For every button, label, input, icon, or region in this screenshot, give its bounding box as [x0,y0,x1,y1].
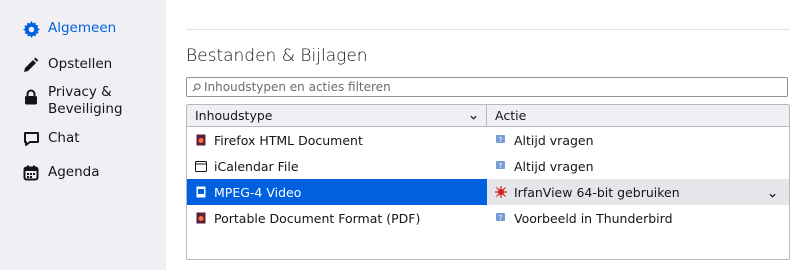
sidebar-item-label: Agenda [48,164,100,180]
action-label: Altijd vragen [514,132,594,148]
content-type-label: MPEG-4 Video [214,184,302,200]
sidebar-item-label: Algemeen [48,20,117,36]
search-placeholder: Inhoudstypen en acties filteren [204,80,391,94]
chevron-down-icon [469,110,478,125]
sidebar-item-label: Opstellen [48,56,113,72]
sidebar-item-label: Privacy & Beveiliging [48,84,123,117]
search-input[interactable]: Inhoudstypen en acties filteren [186,77,788,97]
chat-icon [22,130,40,148]
ask-icon: ? [495,160,507,172]
table-row[interactable]: iCalendar File ? Altijd vragen [187,153,789,179]
video-file-icon [195,186,207,198]
content-type-table: Inhoudstype Actie Firefox HTML Document … [186,104,790,260]
gear-icon [22,20,40,38]
ask-icon: ? [495,134,507,146]
ask-icon: ? [495,212,507,224]
svg-text:?: ? [499,214,503,222]
action-label: Voorbeeld in Thunderbird [514,210,673,226]
action-label: Altijd vragen [514,158,594,174]
search-icon [192,82,201,92]
column-header-action-label: Actie [495,108,527,123]
sidebar-item-opstellen[interactable]: Opstellen [22,56,112,74]
pdf-icon [195,212,207,224]
firefox-doc-icon [195,134,207,146]
sidebar-item-agenda[interactable]: Agenda [22,164,100,182]
table-row[interactable]: Portable Document Format (PDF) ? Voorbee… [187,205,789,231]
sidebar-item-privacy[interactable]: Privacy & Beveiliging [22,84,128,118]
table-row[interactable]: Firefox HTML Document ? Altijd vragen [187,127,789,153]
action-label: IrfanView 64-bit gebruiken [514,184,680,200]
column-header-type-label: Inhoudstype [195,108,273,123]
table-row-selected[interactable]: MPEG-4 Video IrfanView 64-bit gebruiken [187,179,789,205]
section-title: Bestanden & Bijlagen [186,46,368,66]
svg-text:?: ? [499,136,503,144]
content-type-label: Portable Document Format (PDF) [214,210,421,226]
chevron-down-icon [768,188,777,203]
action-dropdown[interactable]: IrfanView 64-bit gebruiken [487,179,789,205]
sidebar-item-algemeen[interactable]: Algemeen [22,20,116,38]
sidebar: Algemeen Opstellen Privacy & Beveiliging… [0,0,166,270]
column-header-action[interactable]: Actie [487,105,789,126]
sidebar-item-label: Chat [48,130,80,146]
table-header: Inhoudstype Actie [187,105,789,127]
sidebar-item-chat[interactable]: Chat [22,130,80,148]
column-header-type[interactable]: Inhoudstype [187,105,487,126]
calendar-file-icon [195,160,207,172]
content-type-label: Firefox HTML Document [214,132,363,148]
calendar-icon [22,164,40,182]
content-type-label: iCalendar File [214,158,299,174]
svg-text:?: ? [499,162,503,170]
divider [186,29,790,30]
pencil-icon [22,56,40,74]
irfanview-icon [495,186,507,198]
lock-icon [22,88,40,106]
